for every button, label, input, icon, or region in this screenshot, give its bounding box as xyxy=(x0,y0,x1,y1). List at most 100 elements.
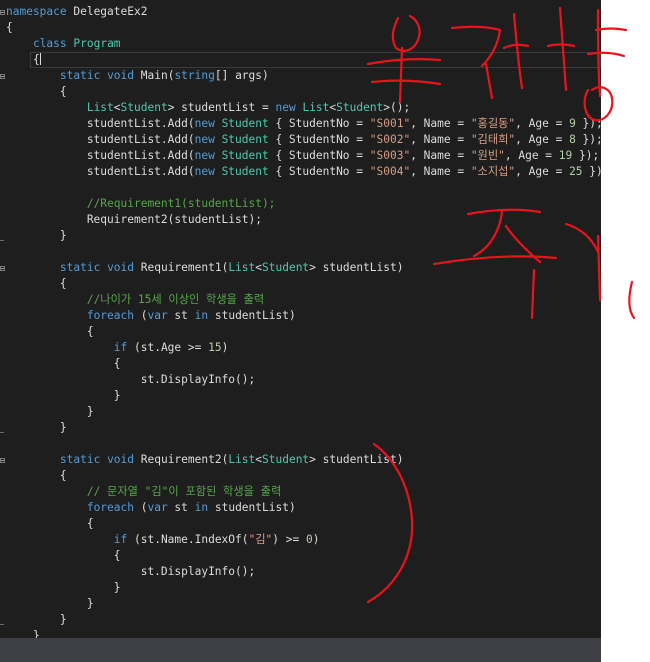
code-token: 0 xyxy=(305,533,313,546)
code-line[interactable]: } xyxy=(6,404,601,420)
code-token: (st.Name.IndexOf( xyxy=(127,533,249,546)
code-line[interactable]: studentList.Add(new Student { StudentNo … xyxy=(6,116,601,132)
code-line[interactable]: } xyxy=(6,580,601,596)
code-token: } xyxy=(6,597,94,610)
code-token: "S004" xyxy=(369,165,411,178)
code-token: { xyxy=(6,21,13,34)
code-token: , Name = xyxy=(410,117,471,130)
code-editor[interactable]: namespace DelegateEx2{ class Program { s… xyxy=(0,0,601,662)
code-token: new xyxy=(194,117,215,130)
code-token: Requirement1( xyxy=(134,261,229,274)
code-token: List xyxy=(228,261,256,274)
collapse-region-icon[interactable] xyxy=(0,74,5,79)
code-line[interactable]: foreach (var st in studentList) xyxy=(6,500,601,516)
code-line[interactable]: { xyxy=(6,516,601,532)
code-line[interactable] xyxy=(6,180,601,196)
code-line[interactable]: static void Requirement1(List<Student> s… xyxy=(6,260,601,276)
collapse-region-icon[interactable] xyxy=(0,266,5,271)
collapse-region-icon[interactable] xyxy=(0,458,5,463)
region-end-marker xyxy=(0,432,4,433)
code-token: static xyxy=(59,69,101,82)
code-token: in xyxy=(194,501,209,514)
code-token: "김태희" xyxy=(470,133,516,146)
code-token: studentList.Add( xyxy=(6,165,195,178)
code-token: //나이가 15세 이상인 학생을 출력 xyxy=(86,293,265,306)
code-token: Student xyxy=(262,453,310,466)
code-line[interactable]: { xyxy=(6,276,601,292)
code-line[interactable] xyxy=(6,436,601,452)
code-token: Student xyxy=(221,149,269,162)
code-token: [] args) xyxy=(214,69,269,82)
code-token: ( xyxy=(133,501,148,514)
code-token: , Age = xyxy=(504,149,559,162)
code-line[interactable]: //나이가 15세 이상인 학생을 출력 xyxy=(6,292,601,308)
code-line[interactable]: { xyxy=(6,548,601,564)
code-token: "홍길동" xyxy=(470,117,516,130)
code-token: { xyxy=(6,325,94,338)
code-token: 15 xyxy=(208,341,222,354)
code-token: { xyxy=(6,469,67,482)
code-line[interactable]: { xyxy=(6,356,601,372)
code-line[interactable]: foreach (var st in studentList) xyxy=(6,308,601,324)
code-token: string xyxy=(174,69,215,82)
code-token: ) xyxy=(312,533,320,546)
code-line[interactable]: studentList.Add(new Student { StudentNo … xyxy=(6,148,601,164)
code-line[interactable]: //Requirement1(studentList); xyxy=(6,196,601,212)
code-token: new xyxy=(194,149,215,162)
code-token: { xyxy=(6,517,94,530)
code-line[interactable]: Requirement2(studentList); xyxy=(6,212,601,228)
code-line[interactable]: studentList.Add(new Student { StudentNo … xyxy=(6,132,601,148)
code-line[interactable]: // 문자열 "김"이 포함된 학생을 출력 xyxy=(6,484,601,500)
code-view[interactable]: namespace DelegateEx2{ class Program { s… xyxy=(6,4,601,644)
code-token: void xyxy=(107,261,135,274)
code-line[interactable]: } xyxy=(6,420,601,436)
code-line[interactable]: static void Main(string[] args) xyxy=(6,68,601,84)
code-line[interactable]: } xyxy=(6,388,601,404)
code-token: void xyxy=(107,69,135,82)
code-token: var xyxy=(147,501,168,514)
code-token: 9 xyxy=(569,117,576,130)
editor-bottom-bar xyxy=(0,638,601,662)
code-token: static xyxy=(59,453,101,466)
code-token: Requirement2( xyxy=(134,453,229,466)
code-line[interactable]: if (st.Name.IndexOf("김") >= 0) xyxy=(6,532,601,548)
code-line[interactable]: st.DisplayInfo(); xyxy=(6,564,601,580)
code-line[interactable]: } xyxy=(6,612,601,628)
code-token: void xyxy=(107,453,135,466)
code-line[interactable]: { xyxy=(6,84,601,100)
code-token: namespace xyxy=(6,5,67,18)
code-token: studentList.Add( xyxy=(6,149,195,162)
code-line[interactable]: { xyxy=(6,20,601,36)
code-line[interactable]: } xyxy=(6,596,601,612)
code-token: studentList.Add( xyxy=(6,133,195,146)
code-line[interactable]: List<Student> studentList = new List<Stu… xyxy=(6,100,601,116)
code-line[interactable]: { xyxy=(6,468,601,484)
code-token: "S002" xyxy=(369,133,411,146)
code-token: < xyxy=(113,101,121,114)
code-token: "소지섭" xyxy=(470,165,516,178)
code-token: }); xyxy=(575,133,601,146)
code-line[interactable]: namespace DelegateEx2 xyxy=(6,4,601,20)
code-line[interactable] xyxy=(6,244,601,260)
code-line[interactable]: st.DisplayInfo(); xyxy=(6,372,601,388)
code-token: if xyxy=(113,341,128,354)
code-line[interactable]: { xyxy=(6,52,601,68)
code-line[interactable]: { xyxy=(6,324,601,340)
code-line[interactable]: if (st.Age >= 15) xyxy=(6,340,601,356)
code-line[interactable]: studentList.Add(new Student { StudentNo … xyxy=(6,164,601,180)
code-line[interactable]: } xyxy=(6,228,601,244)
code-token: "S001" xyxy=(369,117,411,130)
code-token: { StudentNo = xyxy=(268,117,370,130)
code-token: foreach xyxy=(86,501,134,514)
code-line[interactable]: static void Requirement2(List<Student> s… xyxy=(6,452,601,468)
code-line[interactable]: class Program xyxy=(6,36,601,52)
collapse-region-icon[interactable] xyxy=(0,10,5,15)
